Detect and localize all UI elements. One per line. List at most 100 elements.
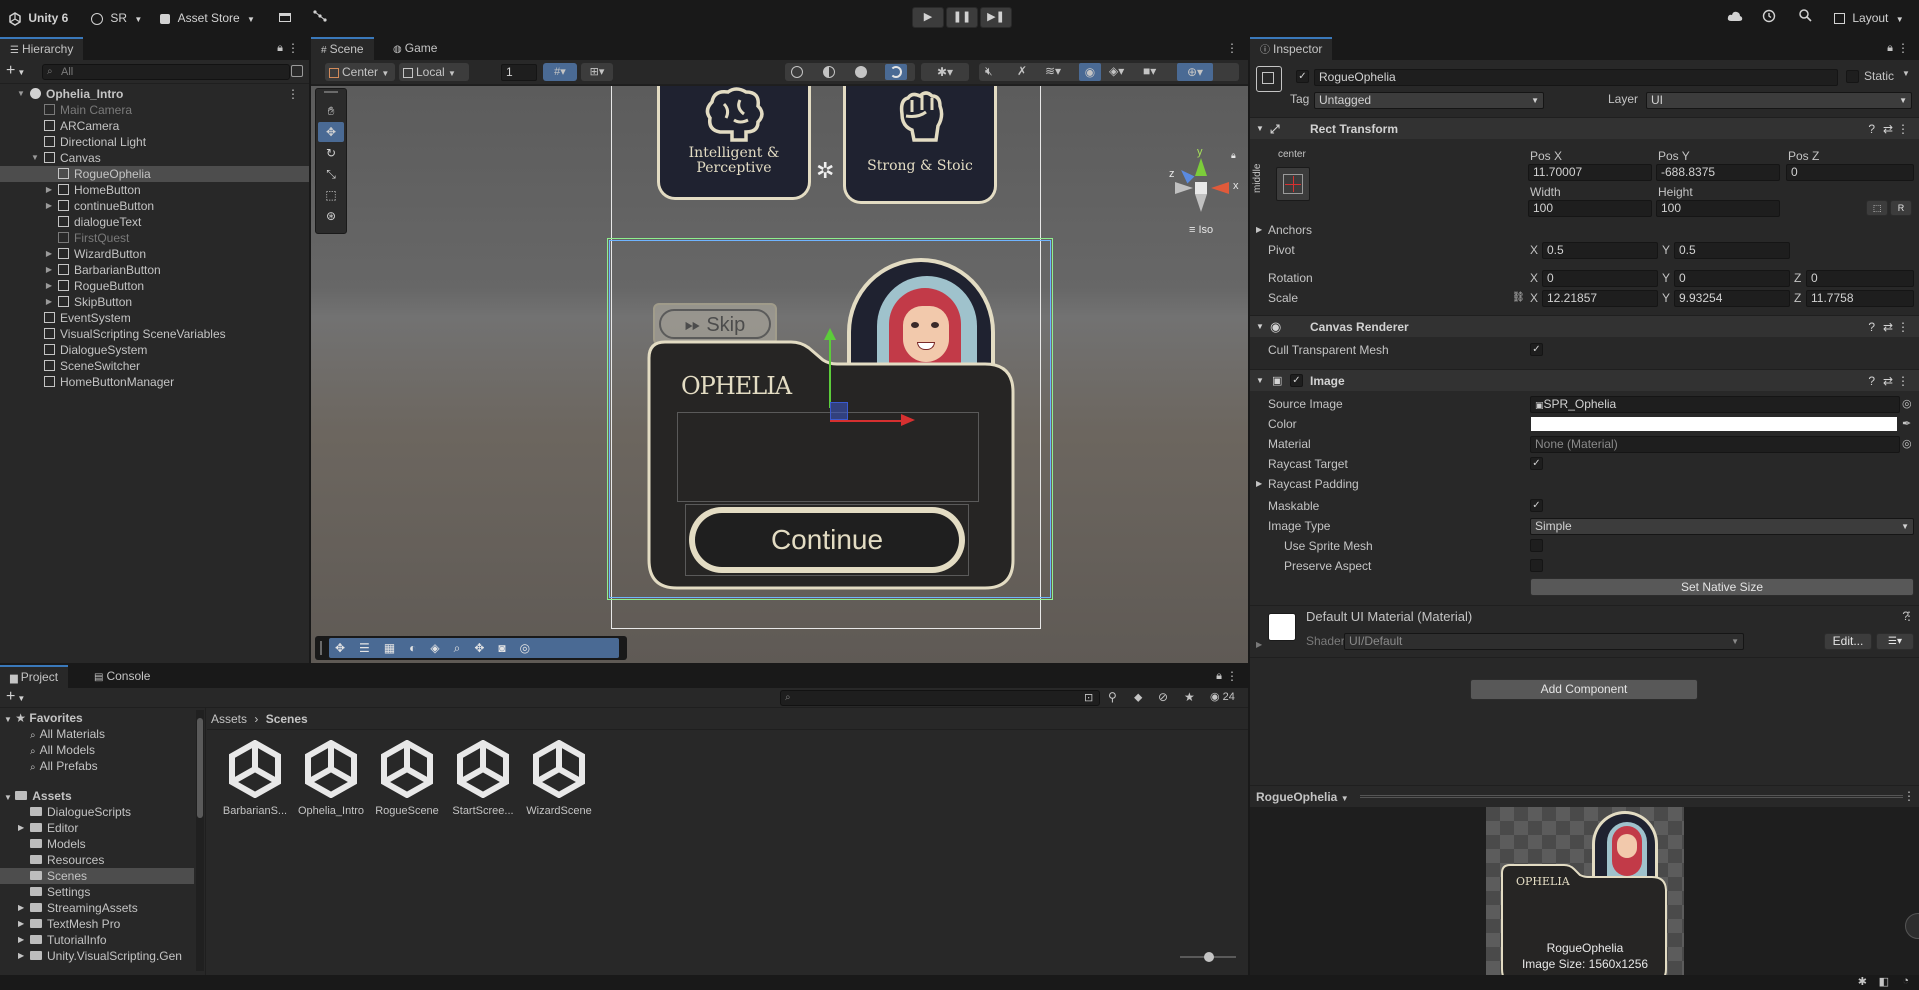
canvas-renderer-header[interactable]: ▼ ◉ Canvas Renderer ? ⇄ ⋮ — [1250, 315, 1919, 337]
chevron-right-icon[interactable]: ▶ — [44, 182, 54, 198]
hierarchy-item[interactable]: ▼ Ophelia_Intro ⋮ — [0, 86, 309, 102]
more-options-icon[interactable]: ⋮ — [1226, 669, 1238, 683]
chevron-down-icon[interactable]: ▼ — [30, 150, 40, 166]
chevron-right-icon[interactable]: ▶ — [44, 278, 54, 294]
preview-play-button[interactable] — [1905, 913, 1919, 939]
more-options-icon[interactable]: ⋮ — [1226, 41, 1238, 55]
search-by-type-icon[interactable]: ⊡ — [1084, 691, 1093, 704]
raycast-padding-row[interactable]: ▶ Raycast Padding — [1250, 475, 1919, 493]
hierarchy-item[interactable]: HomeButtonManager — [0, 374, 309, 390]
folder-item[interactable]: ▶ StreamingAssets — [0, 900, 194, 916]
eyedropper-icon[interactable]: ✒︎ — [1902, 415, 1911, 433]
audio-mute-icon[interactable]: 🔇︎ — [985, 64, 993, 79]
folder-item[interactable]: ▶ Editor — [0, 820, 194, 836]
material-preview-swatch[interactable] — [1268, 613, 1296, 641]
cache-icon[interactable]: ◧ — [1879, 975, 1889, 988]
rot-y-input[interactable]: 0 — [1674, 270, 1790, 287]
scene-asset[interactable]: WizardScene — [526, 739, 592, 817]
shaded-icon[interactable] — [855, 66, 867, 78]
rect-tool[interactable]: ⬚ — [318, 185, 344, 205]
grid-snap-toggle[interactable]: #▾ — [543, 63, 577, 81]
version-control-icon[interactable] — [313, 9, 327, 27]
hierarchy-item[interactable]: EventSystem — [0, 310, 309, 326]
blueprint-mode-button[interactable]: ⬚ — [1866, 200, 1888, 216]
history-icon[interactable] — [1762, 9, 1776, 27]
snap-settings-dropdown[interactable]: ⊞▾ — [581, 63, 613, 81]
help-icon[interactable]: ? — [1868, 370, 1875, 392]
debug-bug-icon[interactable]: ✱ — [1858, 975, 1867, 988]
raw-edit-button[interactable]: R — [1890, 200, 1912, 216]
unity-menu[interactable]: Unity 6 — [8, 9, 68, 27]
shader-dropdown[interactable]: UI/Default ▼ — [1344, 633, 1744, 650]
gizmo-x-arrow[interactable] — [901, 414, 915, 426]
pivot-mode-dropdown[interactable]: Center ▼ — [325, 63, 395, 81]
rot-x-input[interactable]: 0 — [1542, 270, 1658, 287]
posx-input[interactable]: 11.70007 — [1528, 164, 1652, 181]
hierarchy-item[interactable]: ▼ Canvas — [0, 150, 309, 166]
hierarchy-item[interactable]: VisualScripting SceneVariables — [0, 326, 309, 342]
active-checkbox[interactable]: ✓ — [1296, 70, 1309, 83]
rotate-tool[interactable]: ↻ — [318, 143, 344, 163]
favorite-star-icon[interactable]: ★ — [1184, 690, 1195, 704]
image-type-dropdown[interactable]: Simple ▼ — [1530, 518, 1914, 535]
scale-tool[interactable]: ⤡ — [318, 164, 344, 184]
hierarchy-item[interactable]: RogueOphelia — [0, 166, 309, 182]
folder-item[interactable]: Settings — [0, 884, 194, 900]
hierarchy-search-input[interactable]: ⌕ All — [42, 64, 290, 80]
scale-y-input[interactable]: 9.93254 — [1674, 290, 1790, 307]
image-enabled-checkbox[interactable]: ✓ — [1290, 374, 1303, 387]
material-field[interactable]: None (Material) — [1530, 436, 1900, 453]
favorite-item[interactable]: ⌕ All Materials — [30, 726, 105, 742]
tab-project[interactable]: ▆ Project — [0, 665, 69, 688]
space-mode-dropdown[interactable]: Local ▼ — [399, 63, 469, 81]
object-picker-icon[interactable]: ◎ — [1902, 435, 1912, 453]
rect-transform-header[interactable]: ▼ ⤢ Rect Transform ? ⇄ ⋮ — [1250, 117, 1919, 139]
hierarchy-item[interactable]: SceneSwitcher — [0, 358, 309, 374]
favorites-header[interactable]: ▼ ★ Favorites — [4, 710, 83, 726]
object-picker-icon[interactable]: ◎ — [1902, 395, 1912, 413]
preset-icon[interactable]: ⇄ — [1883, 118, 1893, 140]
shader-options-button[interactable]: ☰▾ — [1876, 633, 1914, 650]
gizmos-dropdown[interactable]: ⊕▾ — [1177, 63, 1213, 81]
more-options-icon[interactable]: ⋮ — [1897, 316, 1909, 338]
shaded-wireframe-icon[interactable] — [823, 66, 835, 78]
hierarchy-item[interactable]: ▶ WizardButton — [0, 246, 309, 262]
hierarchy-item[interactable]: ▶ continueButton — [0, 198, 309, 214]
more-options-icon[interactable]: ⋮ — [287, 41, 299, 55]
filter-icon[interactable] — [291, 65, 303, 77]
chevron-right-icon[interactable]: ▶ — [1256, 640, 1262, 649]
gizmo-y-axis[interactable] — [829, 336, 831, 408]
hierarchy-item[interactable]: ▶ BarbarianButton — [0, 262, 309, 278]
asset-store-dropdown[interactable]: Asset Store ▼ — [160, 9, 255, 27]
hand-tool[interactable]: ✋︎ — [318, 101, 344, 121]
source-image-field[interactable]: ▣SPR_Ophelia — [1530, 396, 1900, 413]
scene-viewport[interactable]: Intelligent & Perceptive Strong & Stoic … — [311, 86, 1248, 663]
lock-icon[interactable]: 🔒︎ — [1216, 670, 1222, 683]
lock-icon[interactable]: 🔒︎ — [1887, 42, 1893, 55]
layout-dropdown[interactable]: Layout ▼ — [1834, 9, 1904, 27]
scale-x-input[interactable]: 12.21857 — [1542, 290, 1658, 307]
rot-z-input[interactable]: 0 — [1806, 270, 1914, 287]
favorite-item[interactable]: ⌕ All Models — [30, 742, 95, 758]
effects-icon[interactable]: ✗ — [1017, 64, 1027, 78]
raycast-checkbox[interactable]: ✓ — [1530, 457, 1543, 470]
more-options-icon[interactable]: ⋮ — [1897, 370, 1909, 392]
more-options-icon[interactable]: ⋮ — [1897, 41, 1909, 55]
folder-item[interactable]: Resources — [0, 852, 194, 868]
progress-icon[interactable]: ◔ — [1902, 975, 1909, 987]
folder-item[interactable]: ▶ TutorialInfo — [0, 932, 194, 948]
posz-input[interactable]: 0 — [1786, 164, 1914, 181]
preserve-aspect-checkbox[interactable] — [1530, 559, 1543, 572]
camera-icon[interactable]: ■▾ — [1143, 64, 1156, 78]
label-tag-icon[interactable]: ⬥ — [1134, 690, 1142, 705]
tab-game[interactable]: ◍ Game — [383, 37, 447, 60]
gizmo-xy-plane[interactable] — [830, 402, 848, 420]
layer-dropdown[interactable]: UI ▼ — [1646, 92, 1912, 109]
wizard-card[interactable]: Intelligent & Perceptive — [657, 86, 811, 200]
chevron-right-icon[interactable]: ▶ — [44, 246, 54, 262]
create-asset-button[interactable]: + ▼ — [6, 688, 25, 708]
scene-asset[interactable]: BarbarianS... — [222, 739, 288, 817]
hidden-packages-toggle[interactable]: ◉ 24 — [1210, 690, 1235, 703]
scene-asset[interactable]: StartScree... — [450, 739, 516, 817]
tab-inspector[interactable]: ⓘ Inspector — [1250, 37, 1333, 60]
